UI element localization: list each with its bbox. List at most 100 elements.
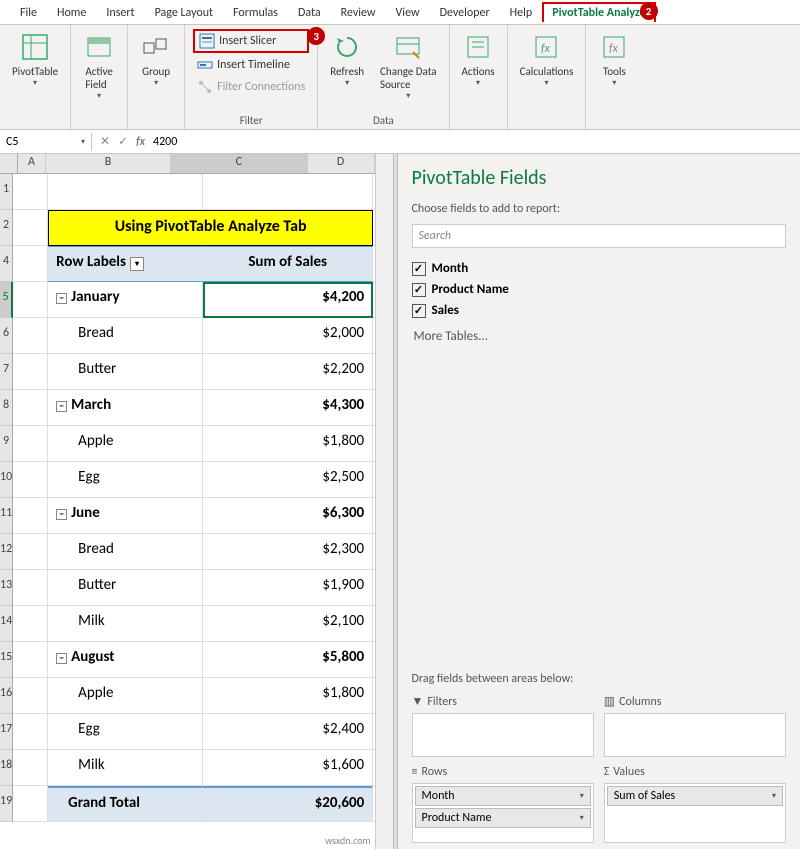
area-row-item[interactable]: Product Name▾ [415,808,591,828]
pivottable-button[interactable]: PivotTable▾ [8,29,62,90]
pivot-row-label[interactable]: Egg [48,462,203,498]
tab-file[interactable]: File [10,2,47,23]
pivot-row-value[interactable]: $5,800 [203,642,373,678]
filter-dropdown-icon[interactable]: ▾ [130,257,144,271]
pivot-row-value[interactable]: $6,300 [203,498,373,534]
pivot-row-value[interactable]: $1,600 [203,750,373,786]
col-header-c[interactable]: C [171,154,308,173]
pivot-row-label[interactable]: −August [48,642,203,678]
pivot-row-label[interactable]: Egg [48,714,203,750]
checkbox-icon[interactable]: ✓ [412,304,426,318]
pivot-row-value[interactable]: $1,800 [203,426,373,462]
pivot-row-label[interactable]: Bread [48,534,203,570]
pivot-row-label[interactable]: Apple [48,426,203,462]
pivot-row-label[interactable]: Butter [48,354,203,390]
row-header[interactable]: 8 [0,390,13,426]
pivot-row-value[interactable]: $4,200 [203,282,373,318]
pivot-row-value[interactable]: $2,100 [203,606,373,642]
pivot-row-label[interactable]: Apple [48,678,203,714]
row-header[interactable]: 12 [0,534,13,570]
pivot-values-header[interactable]: Sum of Sales [203,246,373,282]
vertical-scrollbar[interactable] [375,154,393,849]
field-item-productname[interactable]: ✓Product Name [412,279,787,300]
calculations-button[interactable]: fx Calculations▾ [516,29,578,90]
pivot-row-label[interactable]: −March [48,390,203,426]
tab-home[interactable]: Home [47,2,96,23]
pivot-row-label[interactable]: Milk [48,606,203,642]
row-header[interactable]: 9 [0,426,13,462]
area-columns[interactable]: ▥Columns [604,694,786,757]
area-rows[interactable]: ≡Rows Month▾ Product Name▾ [412,765,594,843]
tools-button[interactable]: fx Tools▾ [594,29,634,90]
collapse-icon[interactable]: − [56,401,67,412]
pivot-row-label[interactable]: −January [48,282,203,318]
worksheet-grid[interactable]: A B C D 1 2 4 5 6 7 8 9 10 11 12 13 14 1… [0,154,375,849]
tab-data[interactable]: Data [288,2,331,23]
row-header[interactable]: 15 [0,642,13,678]
row-header[interactable]: 11 [0,498,13,534]
col-header-b[interactable]: B [46,154,171,173]
pivot-row-label[interactable]: Bread [48,318,203,354]
row-header[interactable]: 13 [0,570,13,606]
field-item-month[interactable]: ✓Month [412,258,787,279]
pivot-row-label[interactable]: Milk [48,750,203,786]
pivot-row-label[interactable]: Butter [48,570,203,606]
tab-pivottable-analyze[interactable]: PivotTable Analyze 2 [542,2,655,22]
filter-connections-button[interactable]: Filter Connections [193,77,309,97]
area-row-item[interactable]: Month▾ [415,786,591,806]
row-header[interactable]: 7 [0,354,13,390]
row-header[interactable]: 4 [0,246,13,282]
group-button[interactable]: Group▾ [136,29,176,90]
pivot-row-value[interactable]: $2,200 [203,354,373,390]
row-header[interactable]: 19 [0,786,13,822]
row-header[interactable]: 17 [0,714,13,750]
grand-total-label[interactable]: Grand Total [48,786,203,822]
select-all-corner[interactable] [0,154,18,173]
field-item-sales[interactable]: ✓Sales [412,300,787,321]
tab-developer[interactable]: Developer [430,2,500,23]
row-header[interactable]: 10 [0,462,13,498]
pivot-row-label[interactable]: −June [48,498,203,534]
tab-pagelayout[interactable]: Page Layout [145,2,223,23]
more-tables-link[interactable]: More Tables... [412,321,787,344]
area-value-item[interactable]: Sum of Sales▾ [607,786,783,806]
pivot-row-labels-header[interactable]: Row Labels▾ [48,246,203,282]
fx-icon[interactable]: fx [136,135,145,149]
row-header[interactable]: 2 [0,210,13,246]
pivot-row-value[interactable]: $1,900 [203,570,373,606]
tab-help[interactable]: Help [500,2,543,23]
change-data-source-button[interactable]: Change Data Source▾ [376,29,441,103]
pivot-row-value[interactable]: $2,000 [203,318,373,354]
collapse-icon[interactable]: − [56,293,67,304]
area-values[interactable]: ΣValues Sum of Sales▾ [604,765,786,843]
row-header[interactable]: 5 [0,282,13,318]
actions-button[interactable]: Actions▾ [458,29,499,90]
name-box[interactable]: C5▾ [0,133,92,151]
pivot-row-value[interactable]: $2,500 [203,462,373,498]
collapse-icon[interactable]: − [56,653,67,664]
active-field-button[interactable]: Active Field▾ [79,29,119,103]
col-header-d[interactable]: D [308,154,375,173]
grand-total-value[interactable]: $20,600 [203,786,373,822]
enter-icon[interactable]: ✓ [118,134,128,149]
tab-formulas[interactable]: Formulas [223,2,288,23]
row-header[interactable]: 14 [0,606,13,642]
pivot-row-value[interactable]: $1,800 [203,678,373,714]
row-header[interactable]: 18 [0,750,13,786]
tab-insert[interactable]: Insert [96,2,144,23]
formula-bar[interactable]: 4200 [153,135,177,149]
col-header-a[interactable]: A [18,154,46,173]
pivot-row-value[interactable]: $2,400 [203,714,373,750]
row-header[interactable]: 1 [0,174,13,210]
area-filters[interactable]: ▼Filters [412,694,594,757]
insert-timeline-button[interactable]: Insert Timeline [193,55,309,75]
row-header[interactable]: 6 [0,318,13,354]
tab-review[interactable]: Review [331,2,386,23]
refresh-button[interactable]: Refresh▾ [326,29,368,90]
pivot-row-value[interactable]: $2,300 [203,534,373,570]
checkbox-icon[interactable]: ✓ [412,283,426,297]
cancel-icon[interactable]: ✕ [100,134,110,149]
collapse-icon[interactable]: − [56,509,67,520]
pivot-row-value[interactable]: $4,300 [203,390,373,426]
row-header[interactable]: 16 [0,678,13,714]
